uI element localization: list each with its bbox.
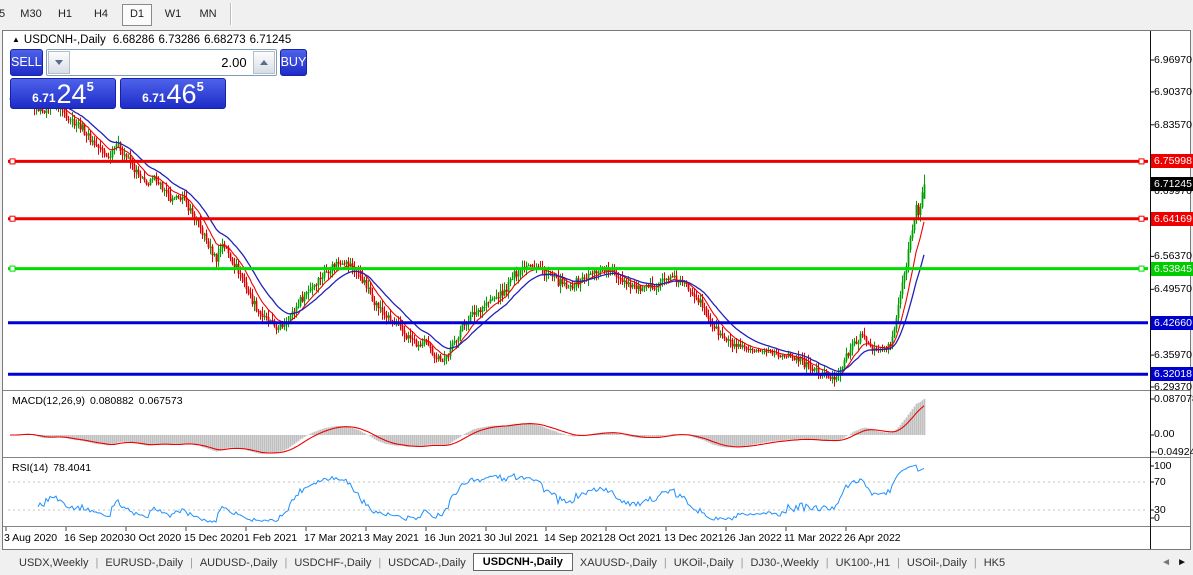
chart-title: ▲ USDCNH-,Daily 6.68286 6.73286 6.68273 6.71… [12, 34, 295, 46]
chart-symbol-label: USDCNH-,Daily [23, 34, 106, 46]
price-tick: 6.96970 [1154, 54, 1192, 66]
sell-price-sup: 5 [86, 79, 94, 94]
ohlc-close: 6.71245 [249, 34, 292, 46]
date-tick: 30 Jul 2021 [484, 532, 539, 544]
date-tick: 16 Jun 2021 [424, 532, 482, 544]
rsi-value: 78.4041 [53, 462, 92, 474]
buy-price-display[interactable]: 6.71 46 5 [120, 78, 226, 109]
tab-xauusd-daily[interactable]: XAUUSD-,Daily [573, 554, 664, 572]
volume-input[interactable] [70, 50, 252, 75]
date-tick: 28 Oct 2021 [604, 532, 662, 544]
date-tick: 13 Dec 2021 [664, 532, 724, 544]
buy-price-sup: 5 [196, 79, 204, 94]
price-line-handle[interactable] [1138, 265, 1145, 272]
volume-decrease-button[interactable] [47, 51, 70, 74]
rsi-axis-100: 100 [1154, 460, 1172, 472]
tab-scroll-right-icon[interactable]: ► [1177, 557, 1187, 568]
price-tick: 6.29370 [1154, 381, 1192, 393]
rsi-name: RSI(14) [12, 462, 49, 474]
date-tick: 26 Apr 2022 [844, 532, 901, 544]
price-badge-support-2: 6.32018 [1151, 367, 1193, 381]
sell-button[interactable]: SELL [10, 49, 43, 76]
price-line-handle[interactable] [1138, 158, 1145, 165]
price-badge-resistance-2: 6.64169 [1151, 212, 1193, 226]
rsi-axis-70: 70 [1154, 476, 1166, 488]
price-tick: 6.35970 [1154, 349, 1192, 361]
buy-price-base: 6.71 [142, 91, 166, 105]
price-tick: 6.49570 [1154, 283, 1192, 295]
tab-ukoil-daily[interactable]: UKOil-,Daily [667, 554, 741, 572]
rsi-label-line: RSI(14) 78.4041 [12, 462, 96, 474]
buy-price-big: 46 [166, 79, 197, 109]
macd-axis-max: 0.087078 [1154, 393, 1193, 405]
symbol-tab-bar: USDX,Weekly | EURUSD-,Daily | AUDUSD-,Dail… [0, 551, 1193, 575]
tab-uk100-h1[interactable]: UK100-,H1 [829, 554, 897, 572]
tab-eurusd-daily[interactable]: EURUSD-,Daily [98, 554, 190, 572]
buy-button[interactable]: BUY [279, 49, 308, 76]
volume-increase-button[interactable] [252, 51, 275, 74]
price-line-handle[interactable] [9, 215, 16, 222]
one-click-trading-panel: SELL BUY 6.71245 6.71465 [10, 49, 308, 109]
macd-name: MACD(12,26,9) [12, 395, 85, 407]
price-badge-resistance-1: 6.75998 [1151, 154, 1193, 168]
tab-dj30-weekly[interactable]: DJ30-,Weekly [744, 554, 826, 572]
date-tick: 16 Sep 2020 [64, 532, 124, 544]
triangle-up-icon [259, 60, 268, 65]
date-tick: 30 Oct 2020 [124, 532, 182, 544]
ohlc-low: 6.68273 [204, 34, 246, 46]
tab-hk50[interactable]: HK5 [977, 554, 1012, 572]
macd-main-value: 0.080882 [89, 395, 134, 407]
ohlc-open: 6.68286 [112, 34, 155, 46]
date-tick: 3 Aug 2020 [4, 532, 58, 544]
date-tick: 1 Feb 2021 [244, 532, 298, 544]
triangle-down-icon [54, 60, 63, 65]
date-tick: 15 Dec 2020 [184, 532, 244, 544]
date-tick: 14 Sep 2021 [544, 532, 604, 544]
sell-price-base: 6.71 [32, 91, 56, 105]
tab-usdx-weekly[interactable]: USDX,Weekly [12, 554, 95, 572]
sell-price-big: 24 [56, 79, 87, 109]
price-line-handle[interactable] [9, 265, 16, 272]
date-tick: 11 Mar 2022 [784, 532, 843, 544]
price-tick: 6.90370 [1154, 86, 1192, 98]
date-tick: 3 May 2021 [364, 532, 419, 544]
volume-spinner [45, 49, 277, 76]
price-badge-current: 6.71245 [1151, 177, 1193, 191]
price-line-handle[interactable] [9, 158, 16, 165]
macd-axis-min: -0.0492471 [1154, 446, 1193, 458]
sell-price-display[interactable]: 6.71 24 5 [10, 78, 116, 109]
date-tick: 17 Mar 2021 [304, 532, 363, 544]
price-tick: 6.83570 [1154, 119, 1192, 131]
macd-axis-zero: 0.00 [1154, 428, 1175, 440]
collapse-panel-icon[interactable]: ▲ [12, 35, 20, 44]
rsi-axis-0: 0 [1154, 512, 1160, 524]
tab-usdchf-daily[interactable]: USDCHF-,Daily [287, 554, 378, 572]
tab-usoil-daily[interactable]: USOil-,Daily [900, 554, 974, 572]
macd-label-line: MACD(12,26,9) 0.080882 0.067573 [12, 395, 188, 407]
price-tick: 6.56370 [1154, 250, 1192, 262]
tab-usdcad-daily[interactable]: USDCAD-,Daily [381, 554, 473, 572]
macd-signal-value: 0.067573 [138, 395, 183, 407]
price-badge-support-1: 6.42660 [1151, 316, 1193, 330]
tab-scroll-left-icon[interactable]: ◄ [1161, 557, 1171, 568]
price-line-handle[interactable] [1138, 215, 1145, 222]
tab-usdcnh-daily[interactable]: USDCNH-,Daily [472, 553, 573, 571]
date-tick: 26 Jan 2022 [724, 532, 782, 544]
ohlc-high: 6.73286 [158, 34, 201, 46]
price-badge-pivot: 6.53845 [1151, 262, 1193, 276]
tab-audusd-daily[interactable]: AUDUSD-,Daily [193, 554, 285, 572]
